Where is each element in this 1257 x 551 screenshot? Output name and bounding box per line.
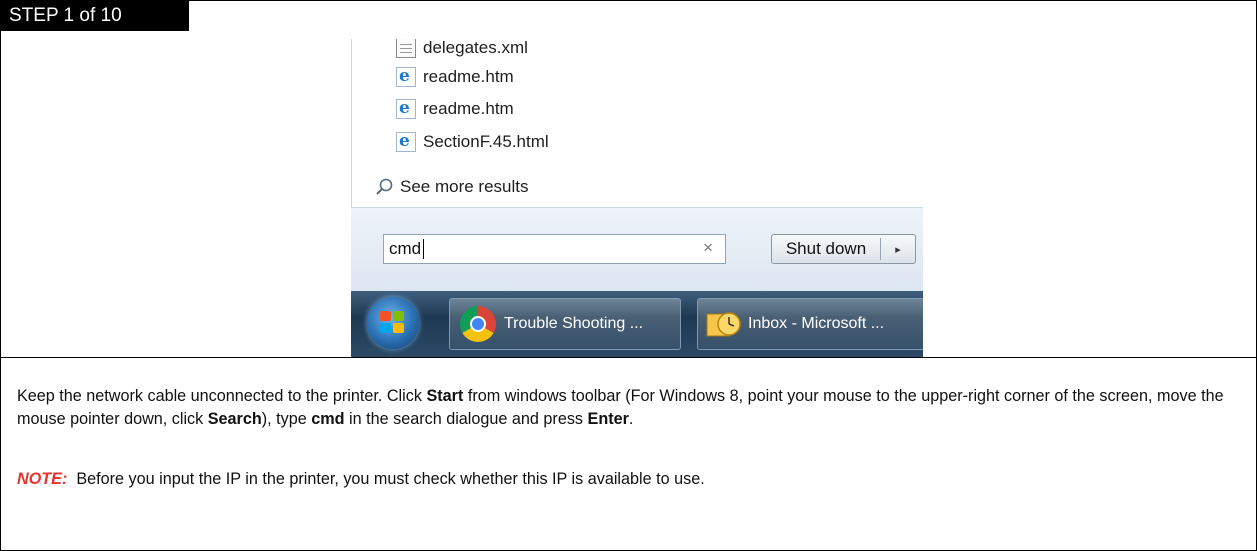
shutdown-button[interactable]: Shut down ▸ (771, 234, 916, 264)
emphasis-text: Start (426, 387, 464, 405)
section-divider (1, 357, 1256, 358)
paragraph-text: . (628, 409, 634, 428)
emphasis-text: cmd (311, 409, 345, 428)
ie-document-icon: e (396, 131, 416, 152)
search-input-value: cmd (389, 239, 422, 258)
shutdown-label: Shut down (785, 239, 867, 258)
result-item[interactable]: e readme.htm (396, 64, 514, 90)
taskbar-button-outlook[interactable]: Inbox - Microsoft ... (697, 298, 923, 350)
step-frame: STEP 1 of 10 delegates.xml e readme.htm … (0, 0, 1257, 551)
search-icon (376, 178, 393, 195)
note-paragraph: NOTE: Before you input the IP in the pri… (17, 468, 705, 491)
taskbar-button-label: Trouble Shooting ... (504, 315, 644, 332)
clear-icon[interactable]: × (703, 238, 713, 258)
paragraph-text: ), type (261, 409, 312, 428)
windows-logo-icon (380, 311, 406, 335)
note-label: NOTE: (17, 470, 68, 488)
taskbar-button-label: Inbox - Microsoft ... (748, 315, 885, 332)
result-item[interactable]: e readme.htm (396, 96, 514, 122)
result-label: delegates.xml (423, 39, 528, 57)
instruction-paragraph: Keep the network cable unconnected to th… (17, 385, 1245, 430)
xml-file-icon (396, 39, 416, 58)
paragraph-text: Keep the network cable unconnected to th… (17, 387, 427, 405)
note-text: Before you input the IP in the printer, … (67, 470, 705, 488)
start-button[interactable] (367, 297, 419, 349)
shutdown-options-arrow-icon[interactable]: ▸ (881, 243, 915, 256)
start-menu-screenshot: delegates.xml e readme.htm e readme.htm … (351, 39, 923, 357)
taskbar: Trouble Shooting ... Inbox - Microsoft .… (351, 291, 923, 357)
emphasis-text: Search (207, 409, 262, 428)
step-header: STEP 1 of 10 (1, 1, 189, 31)
result-item[interactable]: delegates.xml (396, 39, 528, 61)
see-more-label: See more results (400, 177, 529, 196)
emphasis-text: Enter (587, 409, 629, 428)
ie-document-icon: e (396, 66, 416, 87)
result-item[interactable]: e SectionF.45.html (396, 129, 549, 155)
result-label: readme.htm (423, 67, 514, 86)
paragraph-text: in the search dialogue and press (344, 409, 588, 428)
result-label: SectionF.45.html (423, 132, 549, 151)
text-caret (423, 239, 424, 259)
outlook-icon (706, 312, 741, 337)
result-label: readme.htm (423, 99, 514, 118)
taskbar-button-chrome[interactable]: Trouble Shooting ... (449, 298, 681, 350)
search-input[interactable]: cmd × (383, 234, 726, 264)
chrome-icon (460, 306, 496, 342)
ie-document-icon: e (396, 98, 416, 119)
see-more-results-link[interactable]: See more results (375, 177, 529, 197)
